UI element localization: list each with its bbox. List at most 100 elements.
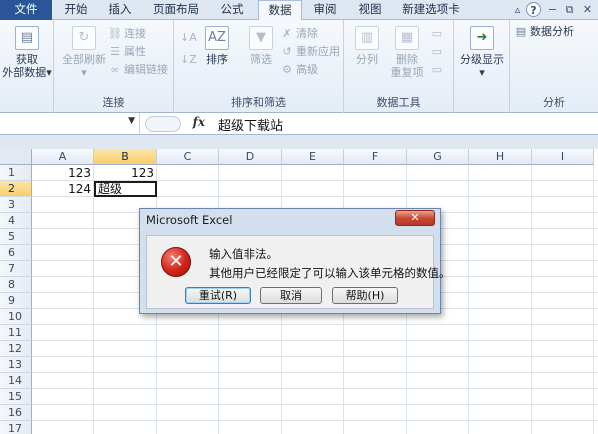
formula-bar: ▼ fx 超级下载站: [0, 113, 598, 135]
get-external-data-button[interactable]: ▤ 获取 外部数据▾: [2, 26, 52, 79]
refresh-icon: ↻: [72, 26, 96, 50]
refresh-all-button[interactable]: ↻ 全部刷新 ▾: [60, 26, 108, 79]
tab-review[interactable]: 审阅: [306, 0, 344, 20]
row-header-5[interactable]: 5: [0, 229, 32, 245]
column-header-b[interactable]: B: [94, 149, 157, 165]
grid-row-line: [32, 420, 598, 421]
row-header-13[interactable]: 13: [0, 357, 32, 373]
tab-home[interactable]: 开始: [56, 0, 96, 20]
row-header-12[interactable]: 12: [0, 341, 32, 357]
tab-data[interactable]: 数据: [258, 0, 302, 21]
column-header-c[interactable]: C: [157, 149, 219, 165]
row-header-7[interactable]: 7: [0, 261, 32, 277]
retry-button[interactable]: 重试(R): [185, 287, 251, 304]
window-close-icon[interactable]: ✕: [580, 2, 595, 17]
column-header-i[interactable]: I: [532, 149, 594, 165]
tab-new-tab[interactable]: 新建选项卡: [396, 0, 466, 20]
group-label-sort-filter: 排序和筛选: [231, 96, 286, 109]
connections-icon: ⛓: [108, 27, 122, 40]
cell-a1[interactable]: 123: [32, 165, 94, 181]
row-header-4[interactable]: 4: [0, 213, 32, 229]
ribbon-data: ▤ 获取 外部数据▾ ↻ 全部刷新 ▾ ⛓ 连接 ☰ 属性 ∞ 编辑链接 连接 ↓A …: [0, 20, 598, 113]
row-header-11[interactable]: 11: [0, 325, 32, 341]
ribbon-minimize-icon[interactable]: ▵: [510, 2, 525, 17]
edit-links-button[interactable]: ∞ 编辑链接: [108, 62, 168, 78]
group-label-data-tools: 数据工具: [376, 96, 421, 109]
column-header-f[interactable]: F: [344, 149, 407, 165]
grid-row-line: [32, 340, 598, 341]
dialog-close-button[interactable]: ✕: [395, 210, 435, 226]
window-minimize-icon[interactable]: −: [545, 2, 560, 17]
remove-duplicates-button[interactable]: ▦ 删除 重复项: [388, 26, 426, 79]
column-header-a[interactable]: A: [32, 149, 94, 165]
what-if-button[interactable]: ▭: [430, 62, 446, 78]
data-analysis-button[interactable]: ▤ 数据分析: [514, 24, 574, 40]
dialog-message-primary: 输入值非法。: [209, 247, 278, 261]
what-if-icon: ▭: [431, 63, 443, 76]
grid-row-line: [32, 324, 598, 325]
column-header-d[interactable]: D: [219, 149, 282, 165]
tab-view[interactable]: 视图: [350, 0, 390, 20]
insert-function-icon[interactable]: fx: [193, 115, 205, 129]
sort-az-icon: ↓A: [180, 31, 197, 44]
sort-button[interactable]: AZ 排序: [202, 26, 232, 66]
column-header-g[interactable]: G: [407, 149, 469, 165]
dialog-title: Microsoft Excel: [146, 213, 233, 227]
advanced-button[interactable]: ⚙ 高级: [280, 62, 318, 78]
sort-desc-button[interactable]: ↓Z: [180, 52, 197, 68]
help-button[interactable]: 帮助(H): [332, 287, 398, 304]
window-restore-icon[interactable]: ⧉: [562, 2, 577, 17]
grid-column-line: [593, 165, 594, 434]
row-header-9[interactable]: 9: [0, 293, 32, 309]
column-header-h[interactable]: H: [469, 149, 532, 165]
connections-button[interactable]: ⛓ 连接: [108, 26, 146, 42]
row-header-17[interactable]: 17: [0, 421, 32, 434]
tab-insert[interactable]: 插入: [100, 0, 140, 20]
group-label-connections: 连接: [102, 96, 125, 109]
ribbon-tab-bar: 文件 开始 插入 页面布局 公式 数据 审阅 视图 新建选项卡 ▵ ? − ⧉ …: [0, 0, 598, 21]
row-header-10[interactable]: 10: [0, 309, 32, 325]
cell-a2[interactable]: 124: [32, 181, 94, 197]
grid-column-line: [93, 165, 94, 434]
help-icon[interactable]: ?: [526, 2, 541, 17]
row-header-15[interactable]: 15: [0, 389, 32, 405]
properties-button[interactable]: ☰ 属性: [108, 44, 146, 60]
row-header-16[interactable]: 16: [0, 405, 32, 421]
filter-funnel-icon: ▼: [249, 26, 273, 50]
tab-page-layout[interactable]: 页面布局: [144, 0, 208, 20]
row-header-8[interactable]: 8: [0, 277, 32, 293]
data-validation-button[interactable]: ▭: [430, 26, 446, 42]
remove-duplicates-icon: ▦: [395, 26, 419, 50]
group-sort-filter: ↓A ↓Z AZ 排序 ▼ 筛选 ✗ 清除 ↺ 重新应用 ⚙ 高级 排序和筛选: [174, 20, 344, 113]
dialog-message-secondary: 其他用户已经限定了可以输入该单元格的数值。: [209, 266, 451, 280]
filter-button[interactable]: ▼ 筛选: [246, 26, 276, 66]
group-analysis: ▤ 数据分析 分析: [510, 20, 598, 113]
select-all-corner[interactable]: [0, 149, 32, 165]
tab-formulas[interactable]: 公式: [212, 0, 252, 20]
consolidate-button[interactable]: ▭: [430, 44, 446, 60]
cell-b2[interactable]: 超级: [94, 181, 157, 197]
group-get-external-data: ▤ 获取 外部数据▾: [0, 20, 54, 113]
row-header-3[interactable]: 3: [0, 197, 32, 213]
external-data-icon: ▤: [15, 26, 39, 50]
cancel-button[interactable]: 取消: [260, 287, 322, 304]
text-to-columns-button[interactable]: ▥ 分列: [350, 26, 384, 66]
grid-row-line: [32, 356, 598, 357]
row-header-14[interactable]: 14: [0, 373, 32, 389]
grid-row-line: [32, 388, 598, 389]
row-header-1[interactable]: 1: [0, 165, 32, 181]
name-box-dropdown-icon[interactable]: ▼: [128, 116, 135, 126]
row-header-2[interactable]: 2: [0, 181, 32, 197]
row-header-6[interactable]: 6: [0, 245, 32, 261]
clear-button[interactable]: ✗ 清除: [280, 26, 318, 42]
reapply-button[interactable]: ↺ 重新应用: [280, 44, 340, 60]
column-header-e[interactable]: E: [282, 149, 344, 165]
tab-file[interactable]: 文件: [0, 0, 52, 20]
group-label-analysis: 分析: [543, 96, 565, 109]
formula-content[interactable]: 超级下载站: [218, 115, 283, 134]
cell-b1[interactable]: 123: [94, 165, 157, 181]
grid-row-line: [32, 404, 598, 405]
outline-button[interactable]: ➜ 分级显示 ▾: [457, 26, 507, 79]
sort-asc-button[interactable]: ↓A: [180, 30, 197, 46]
name-box[interactable]: ▼: [0, 113, 140, 134]
